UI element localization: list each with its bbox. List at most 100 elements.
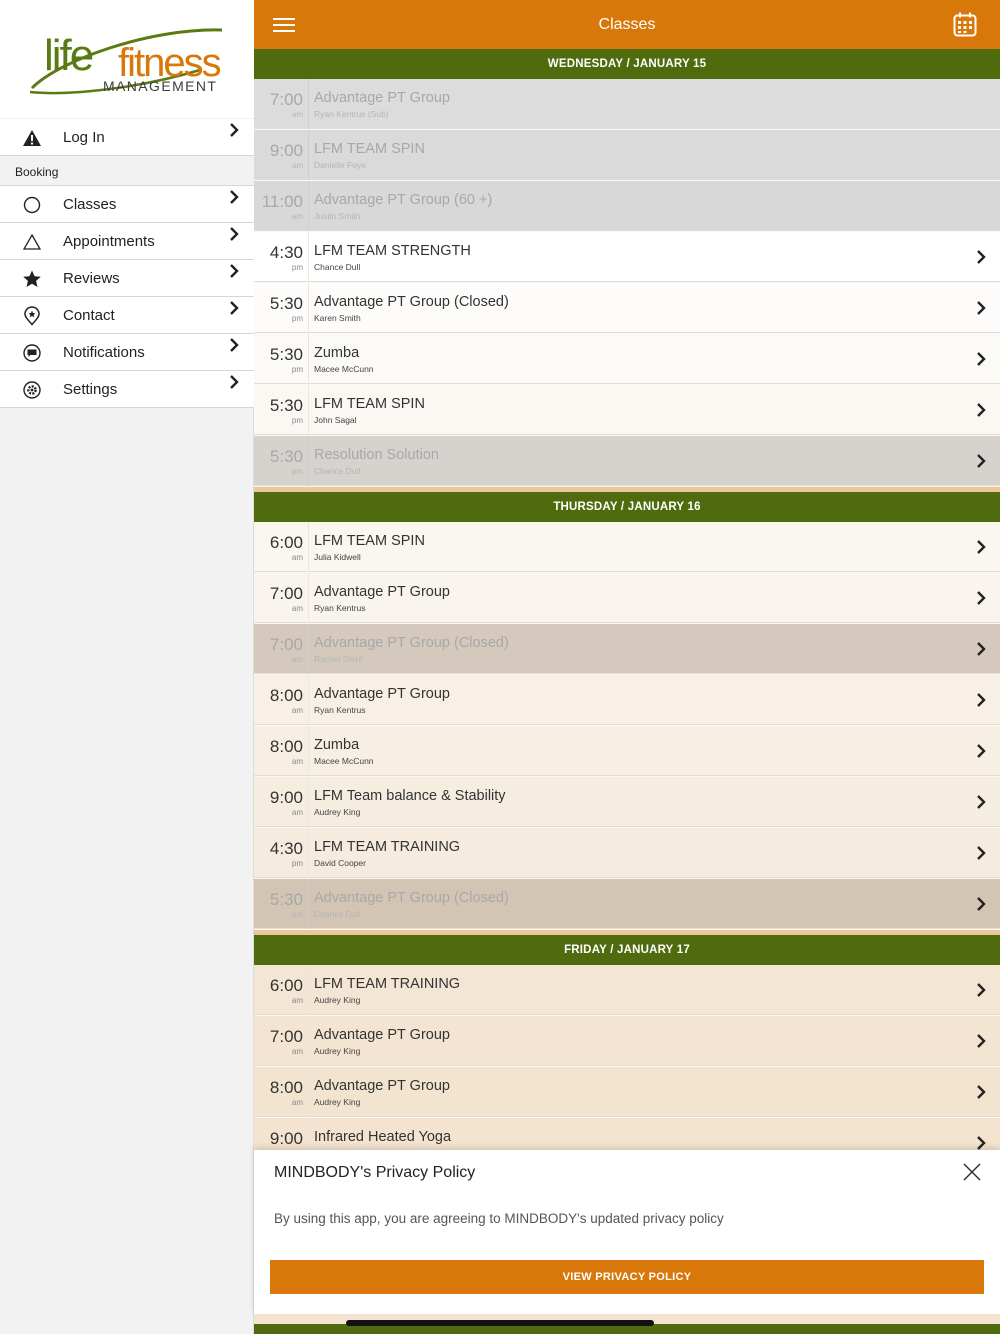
class-instructor: Danielle Foye bbox=[314, 160, 366, 170]
sidebar-item-label: Notifications bbox=[63, 344, 145, 361]
sidebar-item-login[interactable]: Log In bbox=[0, 119, 254, 156]
privacy-policy-sheet: MINDBODY's Privacy Policy By using this … bbox=[254, 1150, 1000, 1314]
class-row[interactable]: 8:00 am Zumba Macee McCunn bbox=[254, 726, 1000, 776]
class-row[interactable]: 5:30 pm LFM TEAM SPIN John Sagal bbox=[254, 385, 1000, 435]
day-header: WEDNESDAY / JANUARY 15 bbox=[254, 49, 1000, 79]
time-divider bbox=[308, 828, 309, 878]
time-divider bbox=[308, 334, 309, 384]
class-instructor: Macee McCunn bbox=[314, 756, 374, 766]
class-time: 9:00 bbox=[269, 141, 303, 160]
chevron-right-icon bbox=[977, 352, 986, 366]
time-divider bbox=[308, 573, 309, 623]
class-ampm: am bbox=[291, 808, 303, 817]
chevron-right-icon bbox=[977, 403, 986, 417]
close-icon[interactable] bbox=[962, 1162, 982, 1182]
class-name: LFM TEAM TRAINING bbox=[314, 976, 461, 992]
chevron-right-icon bbox=[977, 744, 986, 758]
time-divider bbox=[308, 79, 309, 129]
class-time: 6:00 bbox=[269, 533, 303, 552]
chevron-right-icon bbox=[977, 795, 986, 809]
class-row[interactable]: 7:00 am Advantage PT Group Audrey King bbox=[254, 1016, 1000, 1066]
time-divider bbox=[308, 436, 309, 486]
class-ampm: pm bbox=[291, 910, 303, 919]
chevron-right-icon bbox=[230, 227, 239, 241]
class-name: Zumba bbox=[314, 345, 360, 361]
day-header: THURSDAY / JANUARY 16 bbox=[254, 492, 1000, 522]
class-instructor: David Cooper bbox=[314, 858, 366, 868]
class-time: 7:00 bbox=[269, 635, 303, 654]
class-instructor: John Sagal bbox=[314, 415, 357, 425]
sidebar-item-classes[interactable]: Classes bbox=[0, 186, 254, 223]
class-instructor: Rachel Diehl bbox=[314, 654, 363, 664]
chevron-right-icon bbox=[977, 983, 986, 997]
class-instructor: Audrey King bbox=[314, 995, 361, 1005]
time-divider bbox=[308, 965, 309, 1015]
sidebar: life fitness MANAGEMENT Log In Booking C… bbox=[0, 0, 254, 1334]
sidebar-item-label: Appointments bbox=[63, 233, 155, 250]
class-row[interactable]: 8:00 am Advantage PT Group Audrey King bbox=[254, 1067, 1000, 1117]
class-row[interactable]: 5:30 pm Advantage PT Group (Closed) Chance … bbox=[254, 879, 1000, 929]
class-row[interactable]: 6:00 am LFM TEAM TRAINING Audrey King bbox=[254, 965, 1000, 1015]
class-row[interactable]: 5:30 pm Zumba Macee McCunn bbox=[254, 334, 1000, 384]
chevron-right-icon bbox=[977, 846, 986, 860]
sidebar-item-label: Settings bbox=[63, 381, 118, 398]
class-name: Zumba bbox=[314, 737, 360, 753]
sidebar-item-settings[interactable]: Settings bbox=[0, 371, 254, 408]
class-name: Advantage PT Group (60 +) bbox=[314, 192, 493, 208]
class-name: Advantage PT Group bbox=[314, 1027, 450, 1043]
class-time: 7:00 bbox=[269, 1027, 303, 1046]
class-time: 5:30 bbox=[269, 345, 303, 364]
class-row[interactable]: 5:30 pm Advantage PT Group (Closed) Karen S… bbox=[254, 283, 1000, 333]
sidebar-item-appointments[interactable]: Appointments bbox=[0, 223, 254, 260]
top-bar: Classes bbox=[254, 0, 1000, 49]
class-ampm: am bbox=[291, 757, 303, 766]
class-instructor: Karen Smith bbox=[314, 313, 361, 323]
class-ampm: am bbox=[291, 655, 303, 664]
class-time: 4:30 bbox=[269, 243, 303, 262]
class-row[interactable]: 7:00 am Advantage PT Group (Closed) Rachel … bbox=[254, 624, 1000, 674]
class-ampm: am bbox=[291, 553, 303, 562]
chevron-right-icon bbox=[230, 375, 239, 389]
time-divider bbox=[308, 879, 309, 929]
view-privacy-policy-button[interactable]: VIEW PRIVACY POLICY bbox=[270, 1260, 984, 1294]
sidebar-item-reviews[interactable]: Reviews bbox=[0, 260, 254, 297]
class-name: Advantage PT Group bbox=[314, 1078, 450, 1094]
class-time: 9:00 bbox=[269, 1129, 303, 1148]
sidebar-item-label: Log In bbox=[63, 129, 105, 146]
class-instructor: Chance Dull bbox=[314, 262, 361, 272]
chevron-right-icon bbox=[977, 642, 986, 656]
class-time: 5:30 bbox=[269, 890, 303, 909]
class-instructor: Chance Dull bbox=[314, 466, 361, 476]
class-time: 9:00 bbox=[269, 788, 303, 807]
privacy-body-text: By using this app, you are agreeing to M… bbox=[274, 1211, 724, 1226]
classes-panel: Classes WEDNESDAY / JANUARY 15 7:00 am Adva… bbox=[254, 0, 1000, 1334]
booking-header-label: Booking bbox=[15, 165, 59, 179]
chevron-right-icon bbox=[230, 338, 239, 352]
logo: life fitness MANAGEMENT bbox=[0, 0, 254, 118]
class-row[interactable]: 8:00 am Advantage PT Group Ryan Kentrus bbox=[254, 675, 1000, 725]
calendar-icon[interactable] bbox=[953, 12, 977, 37]
sidebar-item-notifications[interactable]: Notifications bbox=[0, 334, 254, 371]
class-row[interactable]: 9:00 am LFM Team balance & Stability Audrey… bbox=[254, 777, 1000, 827]
class-ampm: am bbox=[291, 996, 303, 1005]
class-row[interactable]: 5:30 pm Resolution Solution Chance Dull bbox=[254, 436, 1000, 486]
class-ampm: am bbox=[291, 1098, 303, 1107]
lifefitness-logo: life fitness MANAGEMENT bbox=[29, 28, 223, 95]
class-row[interactable]: 7:00 am Advantage PT Group Ryan Kentrus bbox=[254, 573, 1000, 623]
booking-section-header: Booking bbox=[0, 156, 254, 186]
home-indicator[interactable] bbox=[346, 1320, 654, 1326]
class-row[interactable]: 4:30 pm LFM TEAM STRENGTH Chance Dull bbox=[254, 232, 1000, 282]
class-ampm: pm bbox=[291, 859, 303, 868]
chevron-right-icon bbox=[977, 693, 986, 707]
class-row[interactable]: 6:00 am LFM TEAM SPIN Julia Kidwell bbox=[254, 522, 1000, 572]
class-time: 8:00 bbox=[269, 737, 303, 756]
class-row[interactable]: 4:30 pm LFM TEAM TRAINING David Cooper bbox=[254, 828, 1000, 878]
sidebar-item-label: Classes bbox=[63, 196, 117, 213]
class-ampm: am bbox=[291, 604, 303, 613]
sidebar-item-contact[interactable]: Contact bbox=[0, 297, 254, 334]
class-name: Infrared Heated Yoga bbox=[314, 1129, 452, 1145]
chevron-right-icon bbox=[977, 540, 986, 554]
class-time: 6:00 bbox=[269, 976, 303, 995]
chevron-right-icon bbox=[230, 190, 239, 204]
class-ampm: am bbox=[291, 161, 303, 170]
